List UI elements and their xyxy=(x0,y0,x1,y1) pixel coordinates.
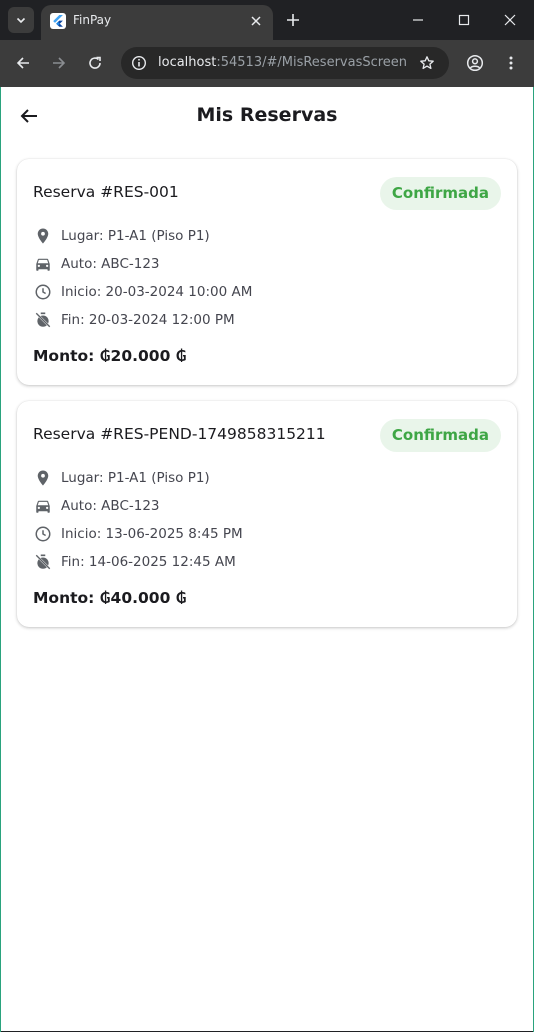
account-icon xyxy=(466,54,484,72)
status-badge: Confirmada xyxy=(379,177,501,210)
close-icon xyxy=(251,16,261,26)
location-pin-icon xyxy=(33,468,53,488)
detail-fin: Fin: 14-06-2025 12:45 AM xyxy=(33,552,236,572)
url-host: localhost xyxy=(158,55,217,70)
reservation-card[interactable]: Reserva #RES-001 Confirmada Lugar: P1-A1… xyxy=(17,159,517,385)
address-bar[interactable]: localhost:54513/#/MisReservasScreen xyxy=(121,47,449,79)
status-badge: Confirmada xyxy=(379,419,501,452)
more-vert-icon xyxy=(509,56,513,70)
car-icon xyxy=(33,254,53,274)
site-info-button[interactable] xyxy=(129,53,149,73)
clock-icon xyxy=(33,282,53,302)
star-icon xyxy=(420,56,434,70)
browser-toolbar: localhost:54513/#/MisReservasScreen xyxy=(0,40,534,87)
tab-search-button[interactable] xyxy=(8,7,34,33)
url-text[interactable]: localhost:54513/#/MisReservasScreen xyxy=(158,55,407,70)
minimize-button[interactable] xyxy=(406,8,430,32)
clock-icon xyxy=(33,524,53,544)
plus-icon xyxy=(287,14,299,26)
reload-button[interactable] xyxy=(84,52,106,74)
reservation-card[interactable]: Reserva #RES-PEND-1749858315211 Confirma… xyxy=(17,401,517,627)
app-viewport: Mis Reservas Reserva #RES-001 Confirmada… xyxy=(1,87,533,1031)
detail-auto: Auto: ABC-123 xyxy=(33,254,160,274)
location-pin-icon xyxy=(33,226,53,246)
arrow-left-icon xyxy=(16,57,29,69)
timer-off-icon xyxy=(33,310,53,330)
reservation-title: Reserva #RES-001 xyxy=(33,183,179,201)
reservation-title: Reserva #RES-PEND-1749858315211 xyxy=(33,425,326,443)
new-tab-button[interactable] xyxy=(283,10,303,30)
arrow-right-icon xyxy=(53,57,66,69)
info-icon xyxy=(131,55,147,71)
inicio-text: Inicio: 20-03-2024 10:00 AM xyxy=(61,284,253,300)
auto-text: Auto: ABC-123 xyxy=(61,498,160,514)
fin-text: Fin: 20-03-2024 12:00 PM xyxy=(61,312,235,328)
amount-text: Monto: ₲40.000 ₲ xyxy=(33,589,187,607)
url-path: :54513/#/MisReservasScreen xyxy=(216,55,408,70)
detail-lugar: Lugar: P1-A1 (Piso P1) xyxy=(33,226,210,246)
bookmark-button[interactable] xyxy=(417,53,437,73)
chevron-down-icon xyxy=(16,17,26,24)
tab-title: FinPay xyxy=(73,13,112,27)
lugar-text: Lugar: P1-A1 (Piso P1) xyxy=(61,228,210,244)
detail-lugar: Lugar: P1-A1 (Piso P1) xyxy=(33,468,210,488)
timer-off-icon xyxy=(33,552,53,572)
maximize-icon xyxy=(458,14,470,26)
close-window-button[interactable] xyxy=(498,8,522,32)
close-icon xyxy=(504,14,516,26)
detail-fin: Fin: 20-03-2024 12:00 PM xyxy=(33,310,235,330)
detail-inicio: Inicio: 20-03-2024 10:00 AM xyxy=(33,282,252,302)
browser-menu-button[interactable] xyxy=(500,52,522,74)
lugar-text: Lugar: P1-A1 (Piso P1) xyxy=(61,470,210,486)
page-title: Mis Reservas xyxy=(196,104,338,126)
maximize-button[interactable] xyxy=(452,8,476,32)
browser-tab-active[interactable]: FinPay xyxy=(41,5,273,40)
app-bar: Mis Reservas xyxy=(1,87,533,145)
browser-tab-bar: FinPay xyxy=(0,0,534,40)
detail-inicio: Inicio: 13-06-2025 8:45 PM xyxy=(33,524,243,544)
forward-nav-button[interactable] xyxy=(48,52,70,74)
tab-close-button[interactable] xyxy=(247,12,265,30)
auto-text: Auto: ABC-123 xyxy=(61,256,160,272)
car-icon xyxy=(33,496,53,516)
profile-button[interactable] xyxy=(464,52,486,74)
amount-text: Monto: ₲20.000 ₲ xyxy=(33,347,187,365)
minimize-icon xyxy=(413,19,423,21)
flutter-logo-icon xyxy=(50,13,66,29)
fin-text: Fin: 14-06-2025 12:45 AM xyxy=(61,554,236,570)
reload-icon xyxy=(89,56,101,69)
detail-auto: Auto: ABC-123 xyxy=(33,496,160,516)
inicio-text: Inicio: 13-06-2025 8:45 PM xyxy=(61,526,243,542)
back-nav-button[interactable] xyxy=(12,52,34,74)
